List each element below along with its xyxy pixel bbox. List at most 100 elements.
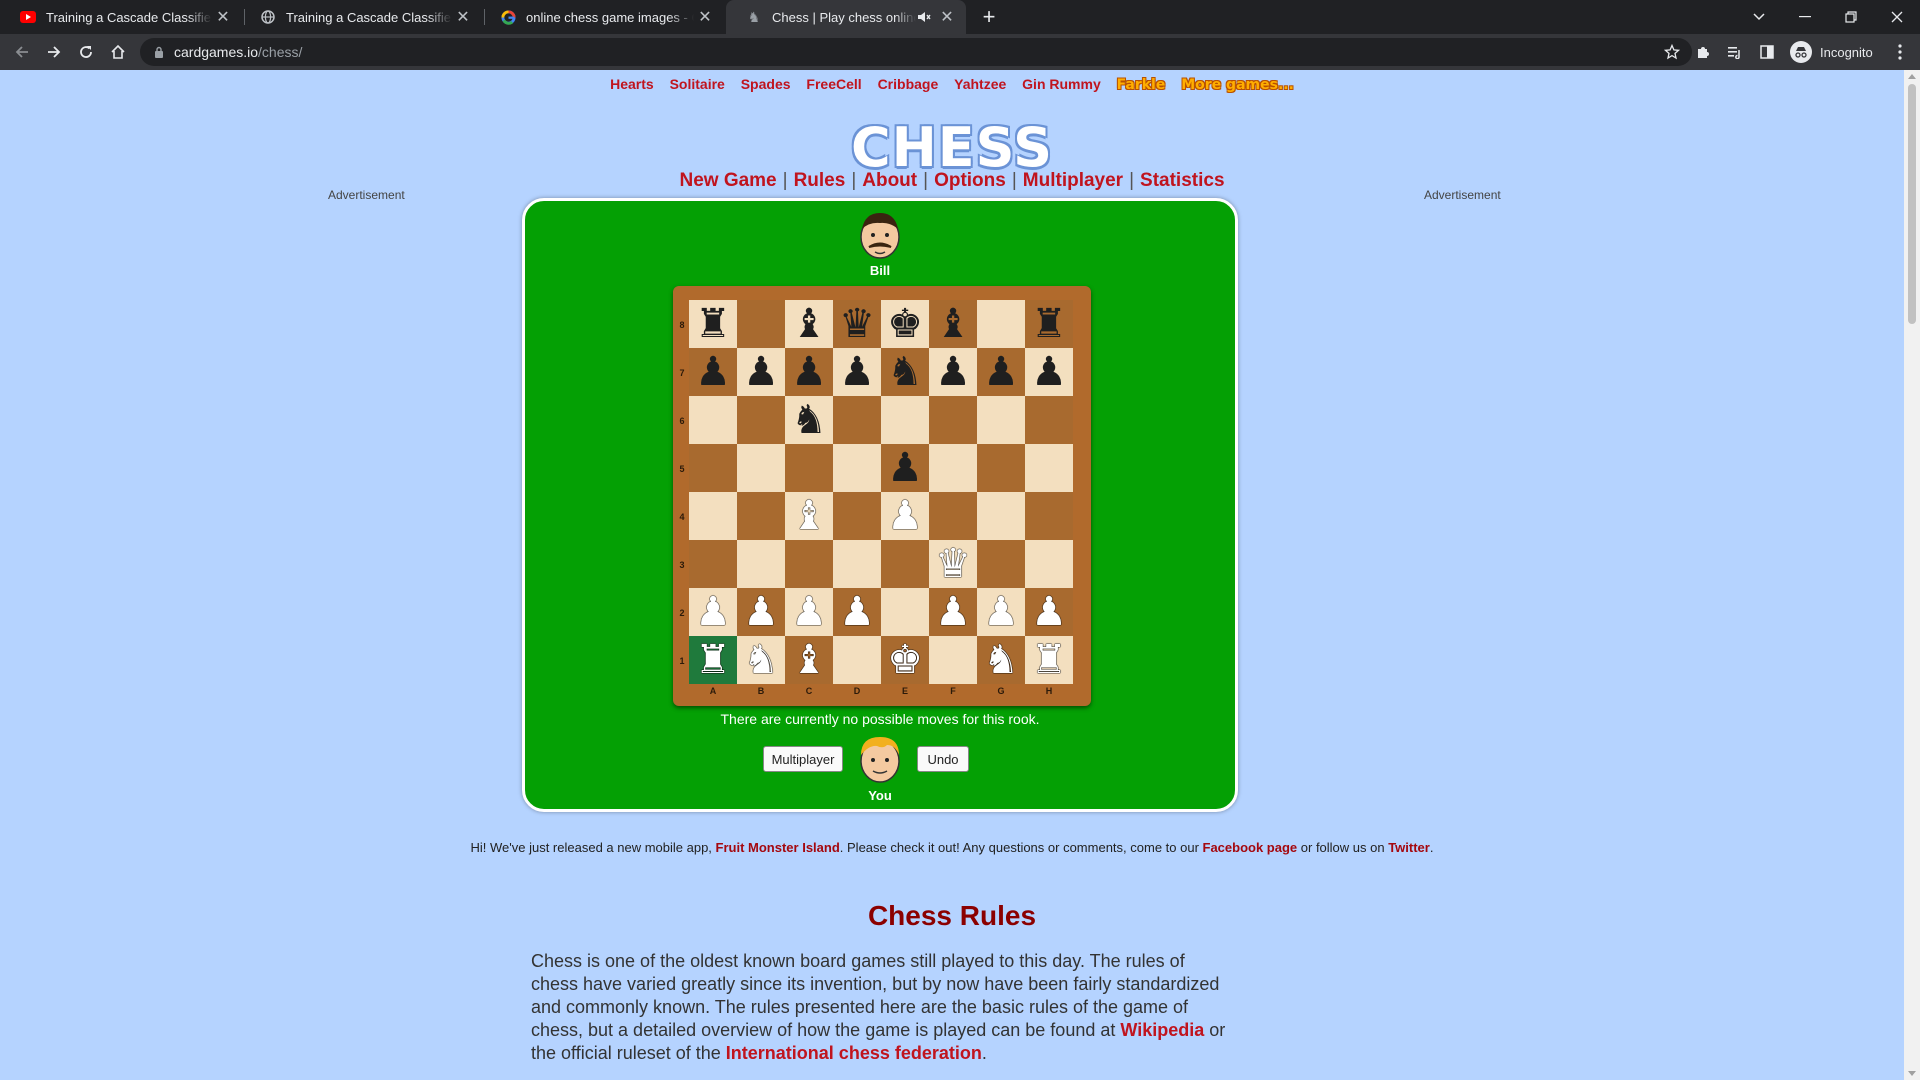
square-h1[interactable]: ♜ — [1025, 636, 1073, 684]
square-h5[interactable] — [1025, 444, 1073, 492]
white-pawn-piece[interactable]: ♟ — [887, 496, 923, 536]
side-panel-icon[interactable] — [1757, 42, 1777, 62]
square-a5[interactable] — [689, 444, 737, 492]
black-knight-piece[interactable]: ♞ — [887, 352, 923, 392]
white-knight-piece[interactable]: ♞ — [743, 640, 779, 680]
square-e4[interactable]: ♟ — [881, 492, 929, 540]
black-bishop-piece[interactable]: ♝ — [935, 304, 971, 344]
square-a4[interactable] — [689, 492, 737, 540]
square-a6[interactable] — [689, 396, 737, 444]
nav-options[interactable]: Options — [934, 170, 1006, 191]
black-pawn-piece[interactable]: ♟ — [791, 352, 827, 392]
square-a8[interactable]: ♜ — [689, 300, 737, 348]
square-h4[interactable] — [1025, 492, 1073, 540]
square-a3[interactable] — [689, 540, 737, 588]
black-rook-piece[interactable]: ♜ — [1031, 304, 1067, 344]
nav-new-game[interactable]: New Game — [679, 170, 776, 191]
square-h8[interactable]: ♜ — [1025, 300, 1073, 348]
square-h6[interactable] — [1025, 396, 1073, 444]
square-b3[interactable] — [737, 540, 785, 588]
square-c8[interactable]: ♝ — [785, 300, 833, 348]
square-e6[interactable] — [881, 396, 929, 444]
square-b4[interactable] — [737, 492, 785, 540]
square-d4[interactable] — [833, 492, 881, 540]
square-b2[interactable]: ♟ — [737, 588, 785, 636]
white-pawn-piece[interactable]: ♟ — [935, 592, 971, 632]
square-f8[interactable]: ♝ — [929, 300, 977, 348]
white-bishop-piece[interactable]: ♝ — [791, 640, 827, 680]
tab-4-active[interactable]: ♞ Chess | Play chess online, ag ✕ — [726, 0, 966, 34]
square-b1[interactable]: ♞ — [737, 636, 785, 684]
minimize-button[interactable] — [1782, 0, 1828, 34]
white-pawn-piece[interactable]: ♟ — [791, 592, 827, 632]
games-link-more-games[interactable]: More games... — [1181, 77, 1294, 93]
white-pawn-piece[interactable]: ♟ — [839, 592, 875, 632]
white-rook-piece[interactable]: ♜ — [1031, 640, 1067, 680]
black-knight-piece[interactable]: ♞ — [791, 400, 827, 440]
square-d7[interactable]: ♟ — [833, 348, 881, 396]
white-king-piece[interactable]: ♚ — [887, 640, 923, 680]
media-queue-icon[interactable] — [1725, 42, 1745, 62]
black-queen-piece[interactable]: ♛ — [839, 304, 875, 344]
square-f3[interactable]: ♛ — [929, 540, 977, 588]
white-queen-piece[interactable]: ♛ — [935, 544, 971, 584]
wikipedia-link[interactable]: Wikipedia — [1120, 1020, 1204, 1040]
square-e8[interactable]: ♚ — [881, 300, 929, 348]
square-c7[interactable]: ♟ — [785, 348, 833, 396]
black-pawn-piece[interactable]: ♟ — [1031, 352, 1067, 392]
square-c6[interactable]: ♞ — [785, 396, 833, 444]
games-link-yahtzee[interactable]: Yahtzee — [954, 76, 1006, 92]
games-link-hearts[interactable]: Hearts — [610, 76, 654, 92]
incognito-indicator[interactable]: Incognito — [1790, 40, 1873, 64]
square-b8[interactable] — [737, 300, 785, 348]
square-g1[interactable]: ♞ — [977, 636, 1025, 684]
square-c1[interactable]: ♝ — [785, 636, 833, 684]
black-pawn-piece[interactable]: ♟ — [695, 352, 731, 392]
nav-rules[interactable]: Rules — [794, 170, 846, 191]
tab-2[interactable]: Training a Cascade Classifier - Le ✕ — [240, 0, 482, 34]
reload-icon[interactable] — [72, 38, 100, 66]
square-g7[interactable]: ♟ — [977, 348, 1025, 396]
home-icon[interactable] — [104, 38, 132, 66]
restore-button[interactable] — [1828, 0, 1874, 34]
square-g4[interactable] — [977, 492, 1025, 540]
square-g2[interactable]: ♟ — [977, 588, 1025, 636]
square-e7[interactable]: ♞ — [881, 348, 929, 396]
tab-close-icon[interactable]: ✕ — [694, 7, 716, 27]
square-d1[interactable] — [833, 636, 881, 684]
white-pawn-piece[interactable]: ♟ — [1031, 592, 1067, 632]
square-d5[interactable] — [833, 444, 881, 492]
scrollbar-thumb[interactable] — [1908, 84, 1916, 324]
tab-close-icon[interactable]: ✕ — [212, 7, 234, 27]
tab-3[interactable]: online chess game images - Goo ✕ — [480, 0, 724, 34]
back-arrow-icon[interactable] — [8, 38, 36, 66]
black-pawn-piece[interactable]: ♟ — [983, 352, 1019, 392]
square-e2[interactable] — [881, 588, 929, 636]
twitter-link[interactable]: Twitter — [1388, 840, 1430, 855]
square-d8[interactable]: ♛ — [833, 300, 881, 348]
games-link-gin-rummy[interactable]: Gin Rummy — [1022, 76, 1101, 92]
square-c4[interactable]: ♝ — [785, 492, 833, 540]
scroll-down-arrow-icon[interactable] — [1908, 1071, 1916, 1076]
nav-multiplayer[interactable]: Multiplayer — [1023, 170, 1123, 191]
fruit-monster-island-link[interactable]: Fruit Monster Island — [716, 840, 840, 855]
tab-search-icon[interactable] — [1736, 0, 1782, 34]
square-a7[interactable]: ♟ — [689, 348, 737, 396]
black-king-piece[interactable]: ♚ — [887, 304, 923, 344]
square-f5[interactable] — [929, 444, 977, 492]
square-g3[interactable] — [977, 540, 1025, 588]
browser-menu-icon[interactable] — [1890, 42, 1910, 62]
nav-statistics[interactable]: Statistics — [1140, 170, 1224, 191]
tab-close-icon[interactable]: ✕ — [452, 7, 474, 27]
black-rook-piece[interactable]: ♜ — [695, 304, 731, 344]
bookmark-star-icon[interactable] — [1663, 43, 1681, 65]
games-link-cribbage[interactable]: Cribbage — [878, 76, 939, 92]
square-h2[interactable]: ♟ — [1025, 588, 1073, 636]
fide-link[interactable]: International chess federation — [726, 1043, 982, 1063]
close-window-button[interactable] — [1874, 0, 1920, 34]
nav-about[interactable]: About — [862, 170, 917, 191]
square-a1[interactable]: ♜ — [689, 636, 737, 684]
white-pawn-piece[interactable]: ♟ — [983, 592, 1019, 632]
square-d3[interactable] — [833, 540, 881, 588]
square-e3[interactable] — [881, 540, 929, 588]
